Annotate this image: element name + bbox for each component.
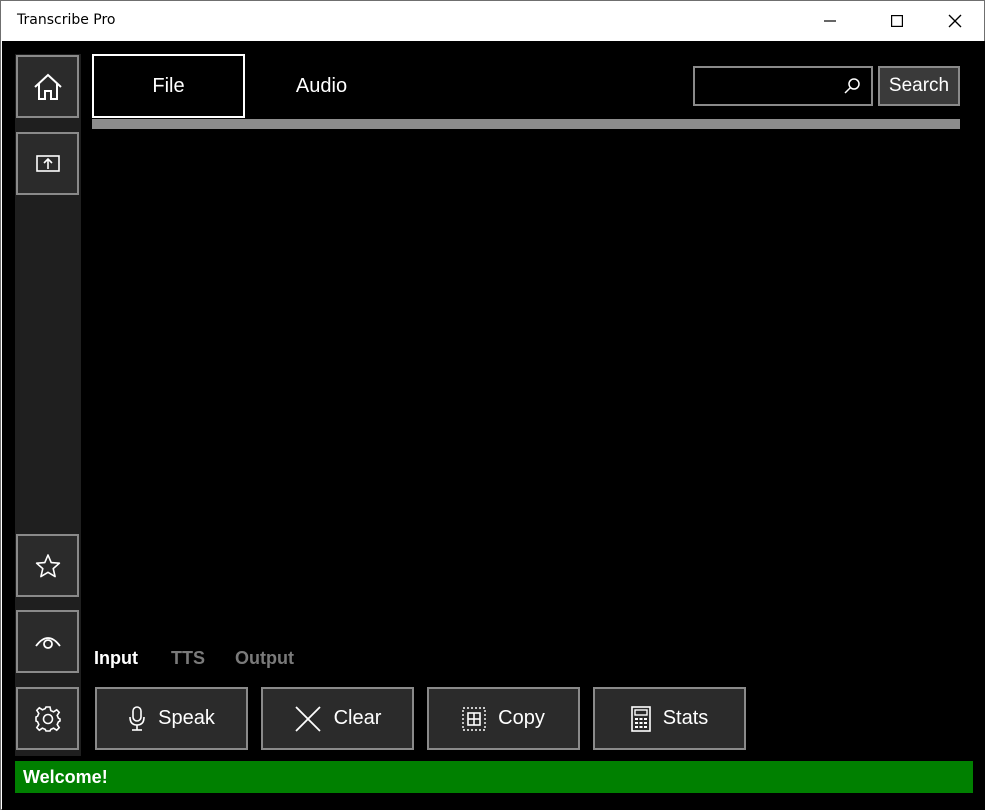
calculator-icon [630,705,651,732]
tab-file[interactable]: File [92,54,245,118]
copy-icon [462,706,486,731]
speak-button[interactable]: Speak [95,687,248,750]
title-bar: Transcribe Pro [1,1,984,41]
sidebar-item-settings[interactable] [16,687,79,750]
tab-audio-label: Audio [295,74,348,97]
subtab-output[interactable]: Output [235,648,294,669]
progress-fill [92,119,960,129]
search-icon[interactable] [843,77,861,95]
maximize-icon [891,15,903,27]
sidebar-item-view[interactable] [16,610,79,673]
status-bar: Welcome! [15,761,973,793]
client-area: File Audio Search Input TTS Output Speak… [2,41,985,810]
subtab-input[interactable]: Input [94,648,138,669]
progress-bar [92,119,960,129]
minimize-button[interactable] [801,1,859,41]
eye-icon [34,636,61,649]
status-text: Welcome! [23,766,108,787]
subtab-tts[interactable]: TTS [171,648,205,669]
stats-button[interactable]: Stats [593,687,746,750]
copy-button[interactable]: Copy [427,687,580,750]
gear-icon [34,705,61,732]
app-window: Transcribe Pro File Audio Search Input T… [0,0,985,810]
close-icon [948,14,962,28]
search-button-label: Search [888,75,950,96]
home-icon [33,73,62,100]
search-input[interactable] [701,73,831,99]
clear-button[interactable]: Clear [261,687,414,750]
tab-audio[interactable]: Audio [245,54,398,118]
microphone-icon [129,705,145,731]
window-title: Transcribe Pro [17,12,116,28]
clear-button-label: Clear [333,707,382,729]
search-box [693,66,873,106]
upload-screen-icon [35,154,60,172]
stats-button-label: Stats [662,707,709,729]
search-button[interactable]: Search [878,66,960,106]
sidebar-item-upload[interactable] [16,132,79,195]
sidebar [15,54,81,756]
tab-file-label: File [152,74,185,97]
sidebar-item-home[interactable] [16,55,79,118]
copy-button-label: Copy [498,707,545,729]
clear-x-icon [294,705,321,732]
star-icon [35,553,60,577]
minimize-icon [824,20,836,22]
speak-button-label: Speak [158,707,215,729]
close-button[interactable] [926,1,984,41]
sidebar-item-favorites[interactable] [16,534,79,597]
maximize-button[interactable] [868,1,926,41]
